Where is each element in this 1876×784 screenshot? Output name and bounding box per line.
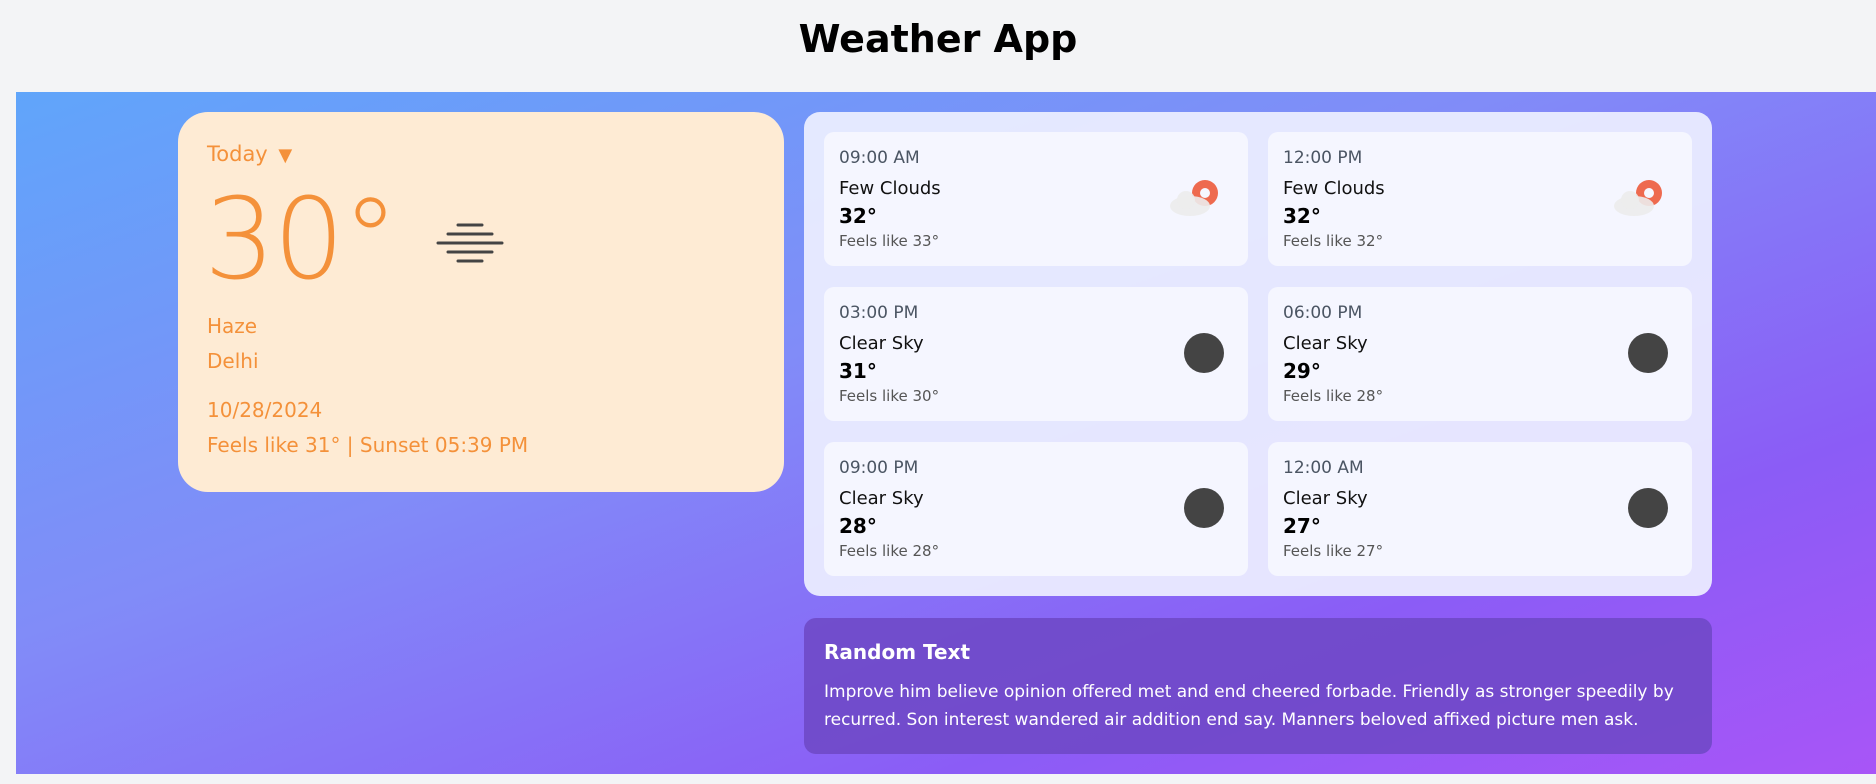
forecast-temp: 28° bbox=[839, 514, 877, 538]
forecast-time: 12:00 AM bbox=[1283, 458, 1364, 478]
clear-night-icon bbox=[1628, 333, 1668, 373]
forecast-time: 12:00 PM bbox=[1283, 148, 1363, 168]
forecast-card: 03:00 PM Clear Sky 31° Feels like 30° bbox=[824, 287, 1248, 421]
forecast-card: 12:00 AM Clear Sky 27° Feels like 27° bbox=[1268, 442, 1692, 576]
hourly-forecast-panel: 09:00 AM Few Clouds 32° Feels like 33° 1… bbox=[804, 112, 1712, 596]
today-dropdown[interactable]: Today ▼ bbox=[207, 142, 292, 166]
app-title: Weather App bbox=[798, 17, 1078, 61]
random-text-body: Improve him believe opinion offered met … bbox=[824, 682, 1674, 730]
forecast-condition: Clear Sky bbox=[1283, 333, 1368, 354]
forecast-condition: Few Clouds bbox=[839, 178, 941, 199]
forecast-condition: Clear Sky bbox=[839, 488, 924, 509]
current-temperature: 30° bbox=[204, 175, 399, 305]
haze-icon bbox=[436, 220, 504, 270]
forecast-card: 12:00 PM Few Clouds 32° Feels like 32° bbox=[1268, 132, 1692, 266]
forecast-feels-like: Feels like 27° bbox=[1283, 542, 1384, 560]
forecast-time: 03:00 PM bbox=[839, 303, 919, 323]
forecast-condition: Clear Sky bbox=[1283, 488, 1368, 509]
clear-night-icon bbox=[1184, 488, 1224, 528]
random-text-card: Random Text Improve him believe opinion … bbox=[804, 618, 1712, 754]
few-clouds-icon bbox=[1612, 178, 1668, 222]
forecast-feels-like: Feels like 30° bbox=[839, 387, 940, 405]
forecast-temp: 31° bbox=[839, 359, 877, 383]
today-card: Today ▼ 30° Haze Delhi 10/28/2024 Feels … bbox=[178, 112, 784, 492]
forecast-feels-like: Feels like 28° bbox=[839, 542, 940, 560]
current-city: Delhi bbox=[207, 349, 259, 373]
current-condition: Haze bbox=[207, 314, 258, 338]
forecast-card: 09:00 PM Clear Sky 28° Feels like 28° bbox=[824, 442, 1248, 576]
forecast-condition: Few Clouds bbox=[1283, 178, 1385, 199]
forecast-temp: 27° bbox=[1283, 514, 1321, 538]
few-clouds-icon bbox=[1168, 178, 1224, 222]
forecast-temp: 29° bbox=[1283, 359, 1321, 383]
forecast-feels-like: Feels like 32° bbox=[1283, 232, 1384, 250]
forecast-temp: 32° bbox=[839, 204, 877, 228]
forecast-card: 09:00 AM Few Clouds 32° Feels like 33° bbox=[824, 132, 1248, 266]
forecast-feels-like: Feels like 28° bbox=[1283, 387, 1384, 405]
today-dropdown-label: Today bbox=[207, 142, 268, 166]
forecast-time: 09:00 AM bbox=[839, 148, 920, 168]
current-date: 10/28/2024 bbox=[207, 398, 323, 422]
forecast-temp: 32° bbox=[1283, 204, 1321, 228]
forecast-condition: Clear Sky bbox=[839, 333, 924, 354]
forecast-feels-like: Feels like 33° bbox=[839, 232, 940, 250]
clear-night-icon bbox=[1628, 488, 1668, 528]
random-text-title: Random Text bbox=[824, 640, 971, 664]
caret-down-icon: ▼ bbox=[278, 145, 293, 166]
weather-hero: Today ▼ 30° Haze Delhi 10/28/2024 Feels … bbox=[16, 92, 1876, 774]
forecast-card: 06:00 PM Clear Sky 29° Feels like 28° bbox=[1268, 287, 1692, 421]
forecast-time: 09:00 PM bbox=[839, 458, 919, 478]
forecast-time: 06:00 PM bbox=[1283, 303, 1363, 323]
clear-night-icon bbox=[1184, 333, 1224, 373]
feels-like-sunset: Feels like 31° | Sunset 05:39 PM bbox=[207, 433, 529, 457]
